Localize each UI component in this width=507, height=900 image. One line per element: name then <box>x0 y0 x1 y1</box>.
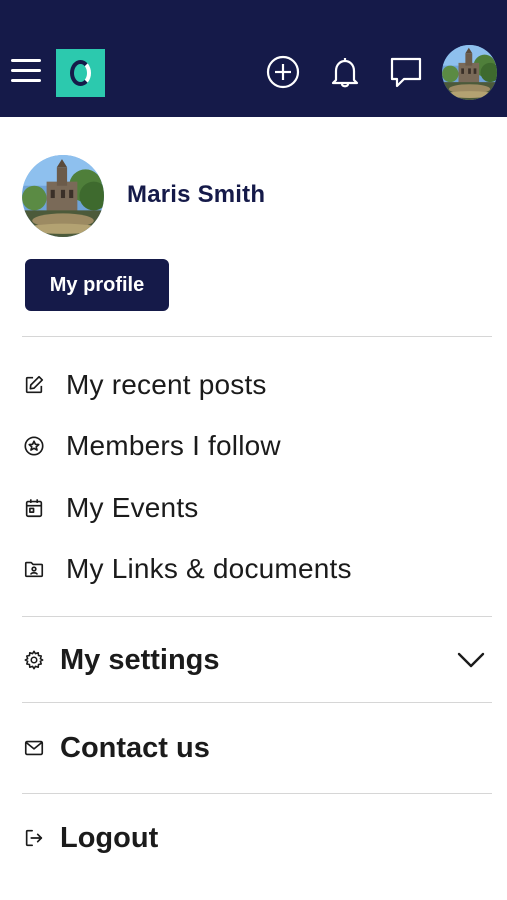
folder-person-icon <box>22 557 46 581</box>
edit-pencil-icon <box>22 373 46 397</box>
hamburger-menu-icon[interactable] <box>11 57 41 85</box>
logout-link[interactable]: Logout <box>22 810 492 866</box>
profile-name: Maris Smith <box>127 181 266 208</box>
logout-label: Logout <box>60 821 159 854</box>
envelope-icon <box>22 736 46 760</box>
my-profile-button[interactable]: My profile <box>25 259 169 311</box>
contact-us-link[interactable]: Contact us <box>22 720 492 776</box>
menu-item-links-documents[interactable]: My Links & documents <box>22 545 492 593</box>
menu-item-events[interactable]: My Events <box>22 484 492 532</box>
menu-item-label: My Events <box>66 492 199 523</box>
divider <box>22 336 492 337</box>
user-avatar[interactable] <box>442 45 497 100</box>
add-post-icon[interactable] <box>264 53 302 91</box>
menu-item-members-follow[interactable]: Members I follow <box>22 422 492 470</box>
notifications-bell-icon[interactable] <box>326 53 364 91</box>
logout-icon <box>22 826 46 850</box>
profile-avatar <box>22 155 104 237</box>
contact-us-label: Contact us <box>60 731 210 764</box>
gear-icon <box>22 648 46 672</box>
app-logo[interactable] <box>56 49 105 97</box>
messages-icon[interactable] <box>387 53 425 91</box>
menu-item-label: My Links & documents <box>66 553 352 584</box>
divider <box>22 616 492 617</box>
top-navigation-bar <box>0 0 507 117</box>
chevron-down-icon[interactable] <box>456 646 486 674</box>
settings-label: My settings <box>60 643 220 676</box>
calendar-icon <box>22 496 46 520</box>
menu-item-label: Members I follow <box>66 430 281 461</box>
menu-item-recent-posts[interactable]: My recent posts <box>22 361 492 409</box>
star-circle-icon <box>22 434 46 458</box>
menu-item-label: My recent posts <box>66 369 267 400</box>
divider <box>22 793 492 794</box>
settings-section-toggle[interactable]: My settings <box>22 632 492 688</box>
divider <box>22 702 492 703</box>
